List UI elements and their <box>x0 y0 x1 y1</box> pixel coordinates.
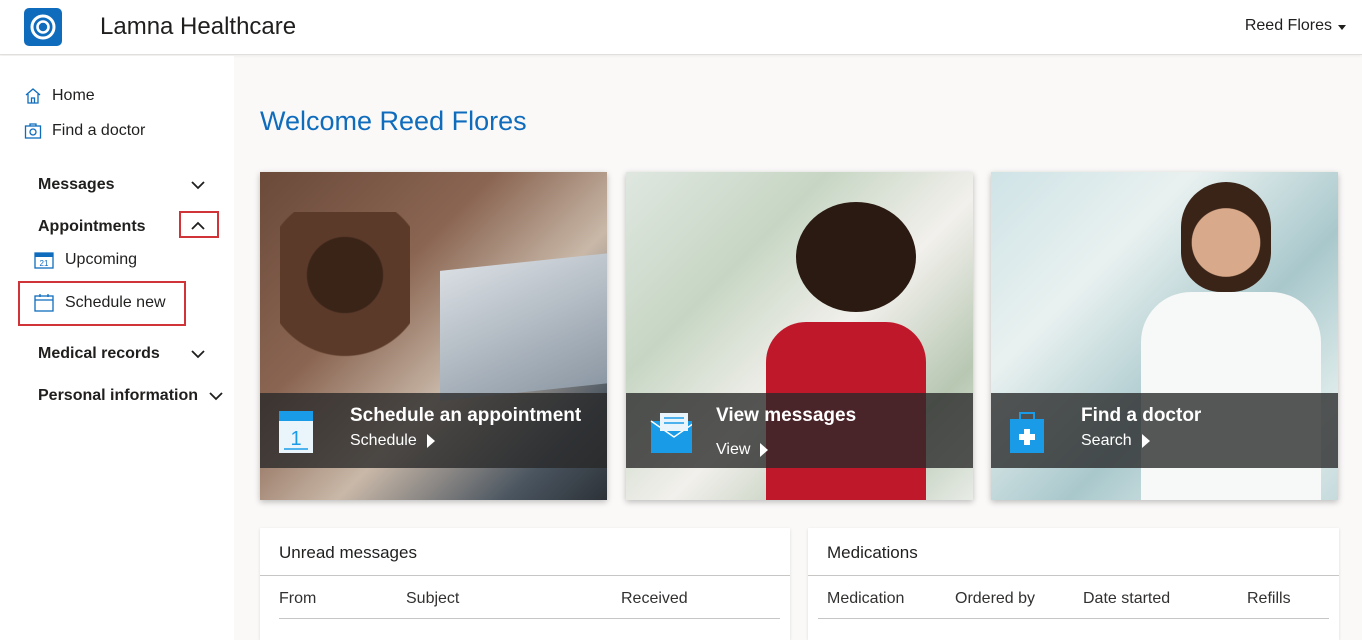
divider <box>808 575 1339 576</box>
column-header-date-started[interactable]: Date started <box>1083 590 1170 608</box>
card-view-messages[interactable]: View messages View <box>626 172 973 500</box>
calendar-date-text: 21 <box>40 259 49 268</box>
laptop-image <box>440 253 607 401</box>
doctor-bag-icon <box>24 123 42 139</box>
section-personal-information[interactable]: Personal information <box>38 387 198 405</box>
medical-kit-icon <box>1010 412 1044 453</box>
envelope-icon <box>650 413 692 453</box>
card-title: Schedule an appointment <box>350 405 582 426</box>
panel-title: Medications <box>827 543 918 562</box>
section-medical-records[interactable]: Medical records <box>38 345 160 363</box>
app-title: Lamna Healthcare <box>100 13 297 40</box>
chevron-down-icon[interactable] <box>187 174 209 196</box>
app-logo-icon[interactable] <box>24 8 62 46</box>
person-hair-image <box>796 202 916 312</box>
user-name: Reed Flores <box>1244 17 1332 34</box>
column-header-received[interactable]: Received <box>621 590 688 608</box>
card-find-doctor[interactable]: Find a doctor Search <box>991 172 1338 500</box>
medications-panel: Medications Medication Ordered by Date s… <box>808 528 1339 640</box>
divider <box>260 575 790 576</box>
unread-messages-panel: Unread messages From Subject Received <box>260 528 790 640</box>
card-caption: Find a doctor Search <box>991 393 1338 468</box>
calendar-day-text: 1 <box>290 428 301 450</box>
section-messages[interactable]: Messages <box>38 176 115 194</box>
welcome-heading: Welcome Reed Flores <box>260 106 527 136</box>
nav-home[interactable]: Home <box>24 87 95 105</box>
chevron-down-icon[interactable] <box>187 343 209 365</box>
doctor-face-image <box>1181 182 1271 292</box>
chevron-up-icon[interactable] <box>187 214 209 236</box>
calendar-icon: 1 <box>279 411 313 453</box>
card-title: Find a doctor <box>1081 405 1202 426</box>
user-menu[interactable]: Reed Flores <box>1245 17 1346 35</box>
play-arrow-icon <box>760 443 769 457</box>
nav-find-doctor[interactable]: Find a doctor <box>24 122 145 140</box>
section-appointments[interactable]: Appointments <box>38 218 146 236</box>
chevron-down-icon[interactable] <box>205 385 227 407</box>
card-action-label: Search <box>1081 432 1132 449</box>
column-header-subject[interactable]: Subject <box>406 590 459 608</box>
nav-upcoming-label: Upcoming <box>65 250 138 268</box>
card-caption: View messages View <box>626 393 973 468</box>
calendar-date-icon: 21 <box>34 252 54 269</box>
panel-title: Unread messages <box>279 543 417 562</box>
schedule-link[interactable]: Schedule <box>350 432 435 450</box>
column-header-from[interactable]: From <box>279 590 316 608</box>
card-schedule-appointment[interactable]: 1 Schedule an appointment Schedule <box>260 172 607 500</box>
nav-schedule-new-label: Schedule new <box>65 293 166 311</box>
card-title: View messages <box>716 405 857 426</box>
card-action-label: View <box>716 441 751 458</box>
divider <box>818 618 1329 619</box>
search-link[interactable]: Search <box>1081 432 1150 450</box>
card-action-label: Schedule <box>350 432 417 449</box>
column-header-medication[interactable]: Medication <box>827 590 904 608</box>
card-caption: 1 Schedule an appointment Schedule <box>260 393 607 468</box>
divider <box>279 618 780 619</box>
nav-find-doctor-label: Find a doctor <box>52 122 146 139</box>
nav-upcoming[interactable]: 21 Upcoming <box>34 250 137 269</box>
nav-home-label: Home <box>52 87 95 104</box>
home-icon <box>25 88 41 104</box>
column-header-ordered-by[interactable]: Ordered by <box>955 590 1035 608</box>
nav-schedule-new[interactable]: Schedule new <box>34 293 166 312</box>
calendar-icon <box>34 294 54 312</box>
app-header: Lamna Healthcare Reed Flores <box>0 0 1362 55</box>
column-header-refills[interactable]: Refills <box>1247 590 1291 608</box>
play-arrow-icon <box>1141 434 1150 448</box>
play-arrow-icon <box>426 434 435 448</box>
child-image <box>280 212 410 392</box>
sidebar: Home Find a doctor Messages Appointments… <box>0 56 234 640</box>
view-link[interactable]: View <box>716 441 769 459</box>
caret-down-icon <box>1338 24 1346 30</box>
